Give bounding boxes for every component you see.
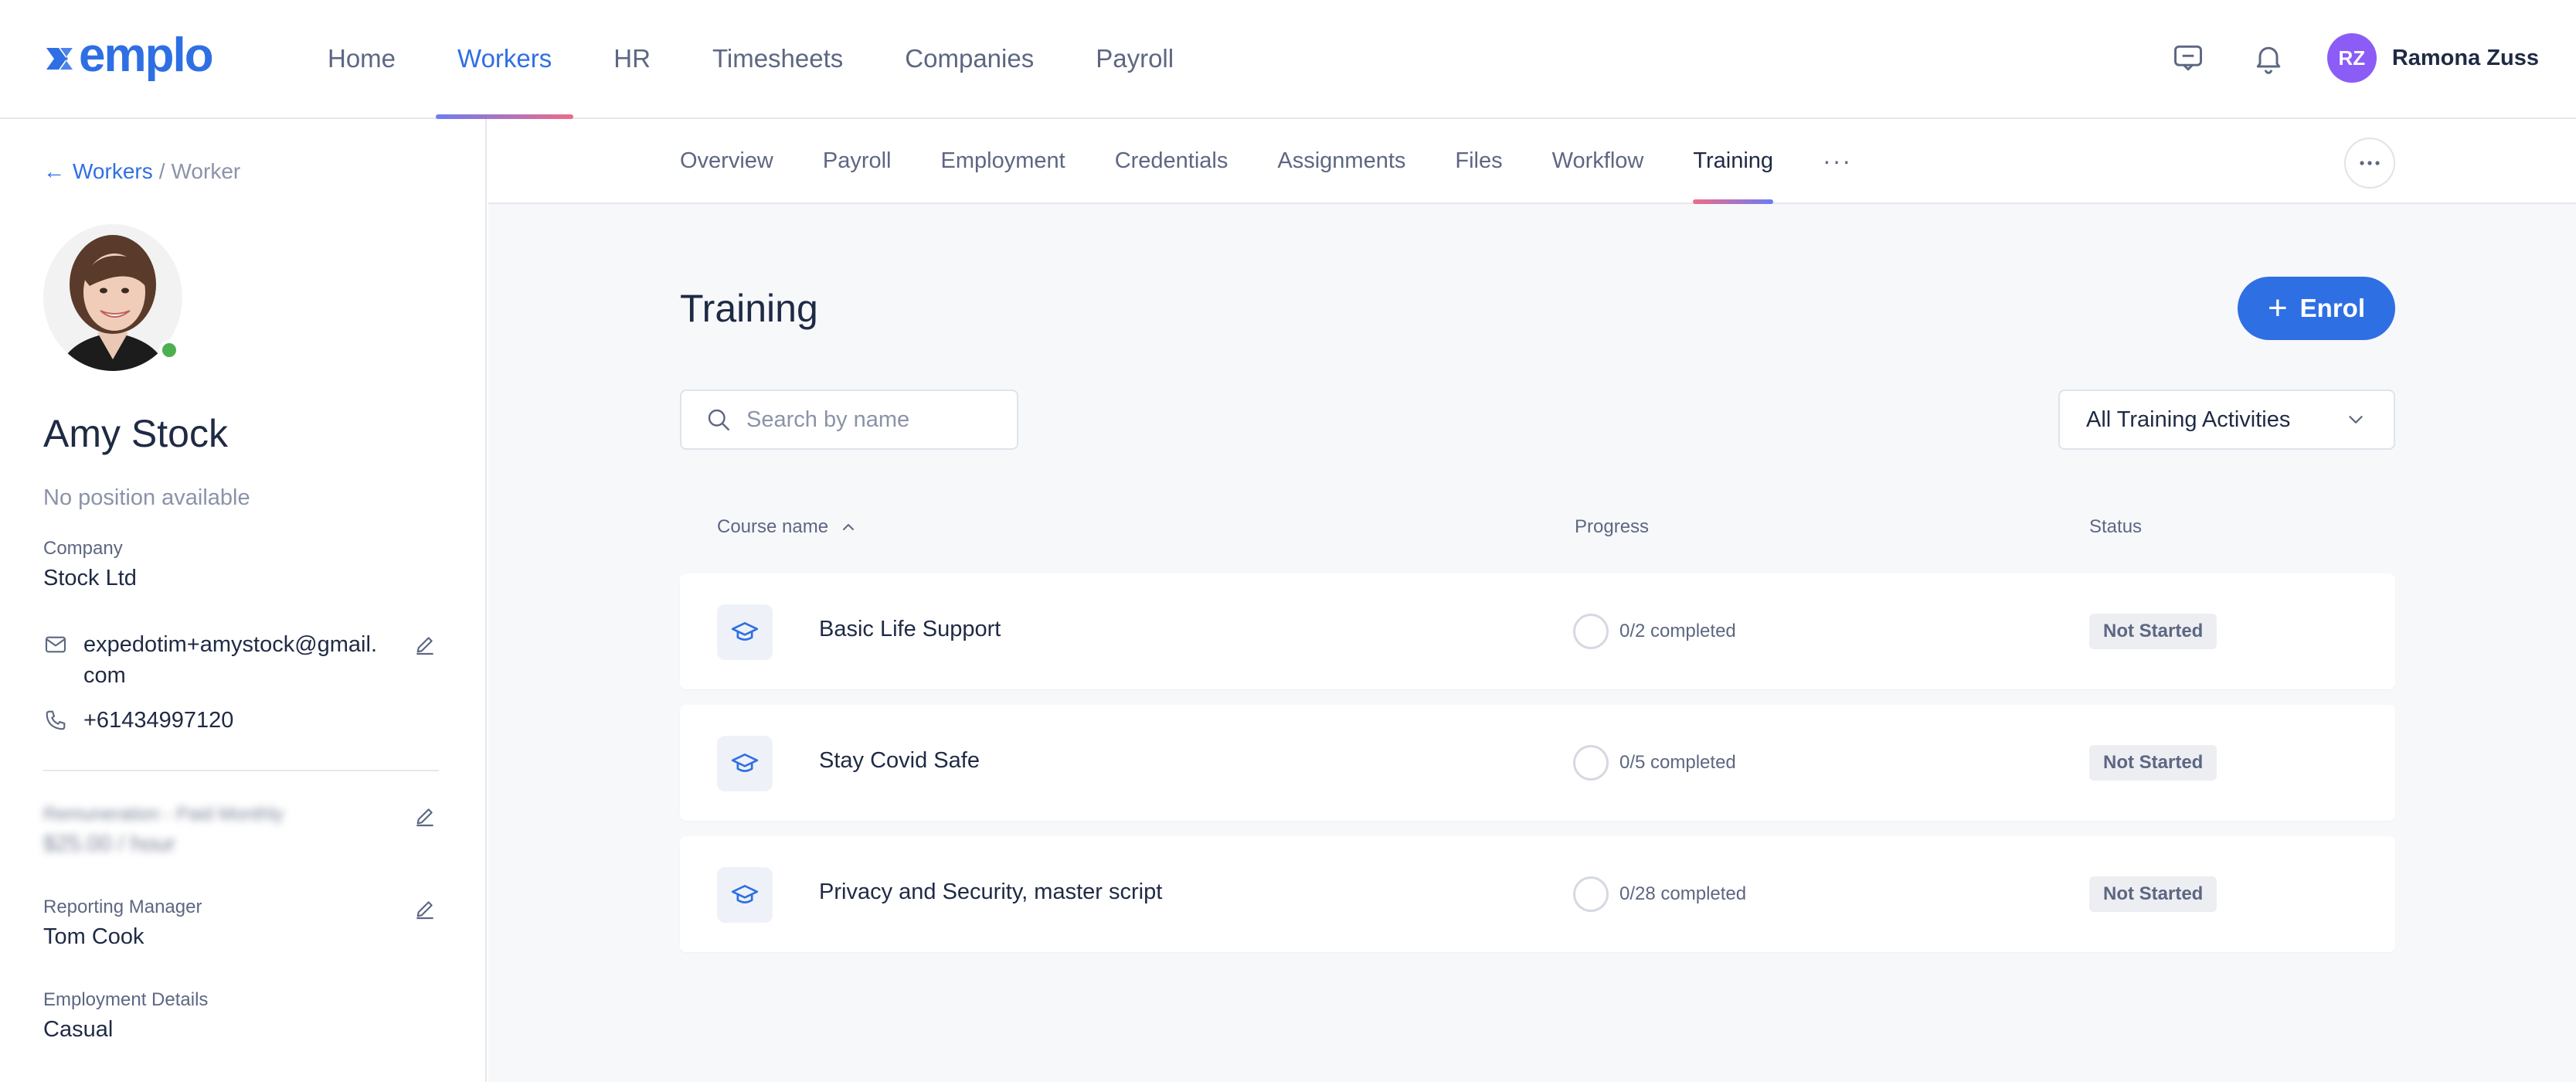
- sidebar-divider: [43, 770, 439, 771]
- mail-icon: [45, 636, 66, 653]
- nav-workers[interactable]: Workers: [436, 0, 574, 119]
- edit-manager-pencil-icon[interactable]: [413, 897, 437, 921]
- breadcrumb-separator: /: [158, 159, 165, 183]
- sort-ascending-chevron-icon: [843, 524, 855, 530]
- email-line-1: expedotim+amystock@gmail.: [83, 632, 378, 657]
- page-title: Training: [680, 287, 818, 330]
- reporting-manager-label: Reporting Manager: [43, 897, 202, 917]
- progress-ring-icon: [1573, 614, 1609, 649]
- course-name[interactable]: Stay Covid Safe: [819, 748, 980, 774]
- tab-files[interactable]: Files: [1455, 119, 1502, 202]
- worker-name: Amy Stock: [43, 412, 228, 455]
- course-progress: 0/28 completed: [1573, 876, 1746, 912]
- plus-icon: +: [2267, 289, 2288, 327]
- worker-position: No position available: [43, 485, 250, 510]
- user-avatar[interactable]: RZ: [2326, 33, 2377, 83]
- course-name-column-header[interactable]: Course name: [717, 516, 858, 538]
- main-nav: Home Workers HR Timesheets Companies Pay…: [306, 0, 1214, 119]
- course-progress: 0/5 completed: [1573, 745, 1736, 781]
- filter-selected-value: All Training Activities: [2086, 407, 2291, 432]
- enrol-button[interactable]: + Enrol: [2238, 277, 2395, 340]
- breadcrumb: ← Workers / Worker: [43, 159, 240, 184]
- nav-companies[interactable]: Companies: [883, 0, 1055, 117]
- employment-details-label: Employment Details: [43, 989, 209, 1010]
- breadcrumb-current: Worker: [171, 159, 241, 183]
- back-arrow-icon[interactable]: ←: [43, 159, 65, 184]
- nav-home[interactable]: Home: [306, 0, 417, 117]
- logo-graphic: emplo: [46, 31, 214, 82]
- email-value[interactable]: expedotim+amystock@gmail. com: [83, 629, 408, 691]
- worker-tabs: Overview Payroll Employment Credentials …: [680, 119, 1852, 204]
- status-badge: Not Started: [2089, 876, 2217, 912]
- worker-photo: [43, 224, 182, 371]
- progress-text: 0/28 completed: [1619, 883, 1747, 904]
- nav-timesheets[interactable]: Timesheets: [691, 0, 865, 117]
- tab-training[interactable]: Training: [1693, 119, 1773, 204]
- tab-workflow[interactable]: Workflow: [1552, 119, 1644, 202]
- table-row[interactable]: Basic Life Support 0/2 completed Not Sta…: [680, 573, 2395, 689]
- worker-subnav: Overview Payroll Employment Credentials …: [488, 119, 2576, 204]
- progress-ring-icon: [1573, 876, 1609, 912]
- enrol-button-label: Enrol: [2299, 294, 2366, 322]
- training-activity-filter[interactable]: All Training Activities: [2058, 390, 2395, 450]
- remuneration-label: Remuneration - Paid Monthly: [43, 804, 284, 825]
- chevron-down-icon: [2349, 416, 2363, 424]
- search-input[interactable]: [746, 407, 1009, 433]
- status-badge: Not Started: [2089, 745, 2217, 781]
- messages-icon[interactable]: [2166, 36, 2210, 80]
- phone-icon: [46, 710, 66, 730]
- progress-column-header: Progress: [1575, 516, 1650, 537]
- table-row[interactable]: Stay Covid Safe 0/5 completed Not Starte…: [680, 705, 2395, 821]
- notifications-bell-icon[interactable]: [2247, 36, 2290, 80]
- company-value: Stock Ltd: [43, 566, 137, 590]
- tab-overview[interactable]: Overview: [680, 119, 773, 202]
- course-name[interactable]: Privacy and Security, master script: [819, 880, 1162, 905]
- svg-text:emplo: emplo: [79, 31, 212, 82]
- more-actions-button[interactable]: [2344, 138, 2395, 189]
- remuneration-value: $25.00 / hour: [43, 832, 175, 856]
- edit-email-pencil-icon[interactable]: [413, 632, 437, 657]
- course-name[interactable]: Basic Life Support: [819, 617, 1001, 642]
- user-name[interactable]: Ramona Zuss: [2392, 46, 2539, 71]
- course-progress: 0/2 completed: [1573, 614, 1736, 649]
- tab-assignments[interactable]: Assignments: [1277, 119, 1405, 202]
- table-row[interactable]: Privacy and Security, master script 0/28…: [680, 836, 2395, 952]
- company-label: Company: [43, 538, 123, 559]
- graduation-cap-icon: [717, 867, 773, 923]
- search-icon: [708, 409, 729, 430]
- email-row: expedotim+amystock@gmail. com: [43, 629, 408, 691]
- status-badge: Not Started: [2089, 614, 2217, 649]
- nav-payroll[interactable]: Payroll: [1074, 0, 1195, 117]
- top-bar: emplo Home Workers HR Timesheets Compani…: [0, 0, 2576, 119]
- phone-row: +61434997120: [43, 705, 408, 736]
- tab-employment[interactable]: Employment: [941, 119, 1065, 202]
- phone-value[interactable]: +61434997120: [83, 705, 408, 736]
- course-name-header-label: Course name: [717, 516, 829, 537]
- graduation-cap-icon: [717, 736, 773, 791]
- edit-remuneration-pencil-icon[interactable]: [413, 804, 437, 829]
- breadcrumb-workers-link[interactable]: Workers: [73, 159, 153, 184]
- tab-credentials[interactable]: Credentials: [1115, 119, 1229, 202]
- progress-ring-icon: [1573, 745, 1609, 781]
- top-right-actions: RZ Ramona Zuss: [2129, 31, 2539, 85]
- search-box: [680, 390, 1018, 450]
- online-status-indicator: [159, 340, 179, 360]
- xemplo-logo[interactable]: emplo: [43, 31, 275, 87]
- email-line-2: com: [83, 663, 126, 688]
- ellipsis-icon: [2360, 161, 2380, 165]
- progress-text: 0/5 completed: [1619, 752, 1736, 773]
- reporting-manager-value: Tom Cook: [43, 924, 144, 949]
- main-content: Overview Payroll Employment Credentials …: [488, 119, 2576, 1082]
- progress-text: 0/2 completed: [1619, 621, 1736, 641]
- more-tabs-button[interactable]: ···: [1823, 119, 1852, 202]
- graduation-cap-icon: [717, 604, 773, 660]
- status-column-header: Status: [2089, 516, 2143, 537]
- nav-hr[interactable]: HR: [592, 0, 672, 117]
- worker-sidebar: ← Workers / Worker Amy Stock No position…: [0, 119, 487, 1082]
- tab-payroll[interactable]: Payroll: [823, 119, 892, 202]
- employment-details-value: Casual: [43, 1017, 114, 1042]
